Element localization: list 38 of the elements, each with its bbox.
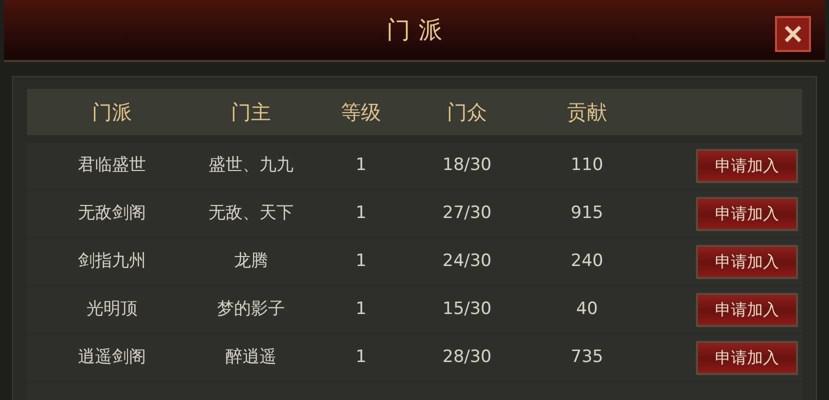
table-cell-text: 梦的影子 [216,298,286,322]
table-cell-text: 剑指九州 [77,250,147,274]
table-cell-text: 24/30 [442,250,492,274]
table-cell-text: 1 [354,298,368,322]
table-cell-text: 27/30 [442,202,492,226]
table-cell-text: 1 [354,250,368,274]
table-cell-text: 君临盛世 [77,154,147,178]
table-cell-text: 40 [575,298,599,322]
apply-join-button[interactable]: 申请加入 [696,293,798,327]
table-cell-text: 28/30 [442,346,492,370]
column-header: 门众 [446,99,488,126]
close-icon [783,24,803,44]
table-cell-text: 无敌剑阁 [77,202,147,226]
table-cell-text: 240 [570,250,604,274]
apply-join-button[interactable]: 申请加入 [696,149,798,183]
table-cell-text: 盛世、九九 [208,154,294,178]
table-cell-text: 735 [570,346,604,370]
table-cell-text: 1 [354,202,368,226]
apply-join-button[interactable]: 申请加入 [696,341,798,375]
table-cell-text: 915 [570,202,604,226]
table-cell-text: 18/30 [442,154,492,178]
table-cell-text: 15/30 [442,298,492,322]
table-cell-text: 1 [354,346,368,370]
table-cell-text: 醉逍遥 [224,346,278,370]
column-header: 门派 [91,99,133,126]
column-header: 门主 [230,99,272,126]
column-header: 贡献 [566,99,608,126]
table-cell-text: 逍遥剑阁 [77,346,147,370]
apply-join-button[interactable]: 申请加入 [696,245,798,279]
apply-join-button[interactable]: 申请加入 [696,197,798,231]
column-header: 等级 [340,99,382,126]
close-button[interactable] [775,16,811,52]
table-cell-text: 1 [354,154,368,178]
table-cell-text: 无敌、天下 [208,202,294,226]
window-title: 门 派 [386,15,442,46]
table-cell-text: 龙腾 [233,250,269,274]
table-cell-text: 光明顶 [86,298,138,322]
table-cell-text: 110 [570,154,604,178]
